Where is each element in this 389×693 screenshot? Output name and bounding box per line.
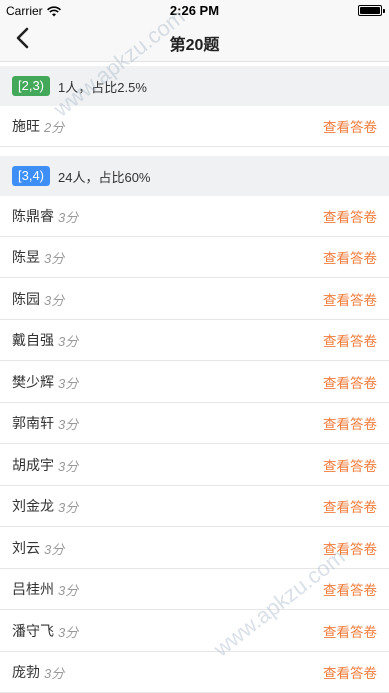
student-row: 施旺 2分 查看答卷 <box>0 106 389 147</box>
view-answer-link[interactable]: 查看答卷 <box>323 372 377 392</box>
student-score: 3分 <box>58 375 79 391</box>
view-answer-link[interactable]: 查看答卷 <box>323 206 377 226</box>
range-summary: 1人，占比2.5% <box>58 79 147 95</box>
student-row: 陈昱 3分 查看答卷 <box>0 237 389 278</box>
view-answer-link[interactable]: 查看答卷 <box>323 247 377 267</box>
student-score: 3分 <box>58 333 79 349</box>
student-name: 刘云 <box>12 540 40 556</box>
student-score: 2分 <box>44 119 65 135</box>
view-answer-link[interactable]: 查看答卷 <box>323 116 377 136</box>
student-row: 郭南轩 3分 查看答卷 <box>0 403 389 444</box>
student-score: 3分 <box>58 582 79 598</box>
view-answer-link[interactable]: 查看答卷 <box>323 496 377 516</box>
student-row: 刘金龙 3分 查看答卷 <box>0 486 389 527</box>
student-name: 陈鼎睿 <box>12 208 54 224</box>
student-name: 庞勃 <box>12 664 40 680</box>
view-answer-link[interactable]: 查看答卷 <box>323 455 377 475</box>
student-name: 潘守飞 <box>12 623 54 639</box>
student-row: 潘守飞 3分 查看答卷 <box>0 611 389 652</box>
student-score: 3分 <box>58 209 79 225</box>
student-name: 施旺 <box>12 118 40 134</box>
view-answer-link[interactable]: 查看答卷 <box>323 330 377 350</box>
view-answer-link[interactable]: 查看答卷 <box>323 289 377 309</box>
student-name: 郭南轩 <box>12 415 54 431</box>
range-tag: [3,4) <box>12 166 51 186</box>
view-answer-link[interactable]: 查看答卷 <box>323 662 377 682</box>
student-name: 樊少辉 <box>12 374 54 390</box>
student-score: 3分 <box>58 624 79 640</box>
view-answer-link[interactable]: 查看答卷 <box>323 579 377 599</box>
student-name: 胡成宇 <box>12 457 54 473</box>
student-name: 戴自强 <box>12 332 54 348</box>
page-title: 第20题 <box>169 37 220 54</box>
battery-icon <box>358 5 385 16</box>
student-row: 刘云 3分 查看答卷 <box>0 528 389 569</box>
view-answer-link[interactable]: 查看答卷 <box>323 538 377 558</box>
range-summary: 24人，占比60% <box>58 169 151 185</box>
view-answer-link[interactable]: 查看答卷 <box>323 621 377 641</box>
student-name: 吕桂州 <box>12 581 54 597</box>
range-tag: [2,3) <box>12 76 51 96</box>
student-name: 刘金龙 <box>12 498 54 514</box>
status-time: 2:26 PM <box>169 3 220 18</box>
navigation-bar: 第20题 <box>0 20 389 62</box>
score-range-header: [3,4) 24人，占比60% <box>0 156 389 196</box>
student-score: 3分 <box>44 250 65 266</box>
student-row: 陈鼎睿 3分 查看答卷 <box>0 196 389 237</box>
student-score: 3分 <box>58 416 79 432</box>
student-name: 陈昱 <box>12 249 40 265</box>
student-row: 樊少辉 3分 查看答卷 <box>0 362 389 403</box>
student-row: 陈园 3分 查看答卷 <box>0 279 389 320</box>
student-score: 3分 <box>44 541 65 557</box>
view-answer-link[interactable]: 查看答卷 <box>323 413 377 433</box>
student-name: 陈园 <box>12 291 40 307</box>
student-score: 3分 <box>44 292 65 308</box>
student-row: 胡成宇 3分 查看答卷 <box>0 445 389 486</box>
student-score: 3分 <box>58 458 79 474</box>
student-row: 戴自强 3分 查看答卷 <box>0 320 389 361</box>
score-range-header: [2,3) 1人，占比2.5% <box>0 66 389 106</box>
student-score: 3分 <box>58 499 79 515</box>
status-bar: Carrier 2:26 PM <box>0 0 389 20</box>
student-score: 3分 <box>44 665 65 681</box>
student-row: 庞勃 3分 查看答卷 <box>0 652 389 693</box>
student-row: 吕桂州 3分 查看答卷 <box>0 569 389 610</box>
